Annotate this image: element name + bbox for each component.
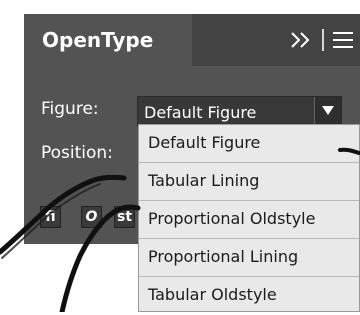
position-label: Position: xyxy=(41,143,113,163)
collapse-icon[interactable] xyxy=(288,30,314,50)
panel-menu-icon[interactable] xyxy=(332,31,354,49)
figure-dropdown-list: Default Figure Tabular Lining Proportion… xyxy=(138,124,360,312)
triangle-down-icon xyxy=(322,106,334,115)
tab-opentype[interactable]: OpenType xyxy=(24,14,192,66)
ordinal-button[interactable]: O xyxy=(81,206,102,228)
panel-controls xyxy=(288,27,354,53)
dropdown-arrow-button[interactable] xyxy=(314,97,341,125)
figure-select-value: Default Figure xyxy=(144,103,257,122)
dropdown-option-tabular-oldstyle[interactable]: Tabular Oldstyle xyxy=(139,277,359,315)
figure-select[interactable]: Default Figure xyxy=(137,96,342,126)
figure-label: Figure: xyxy=(41,99,99,119)
dropdown-option-proportional-lining[interactable]: Proportional Lining xyxy=(139,239,359,277)
dropdown-option-tabular-lining[interactable]: Tabular Lining xyxy=(139,163,359,201)
divider xyxy=(322,29,324,51)
dropdown-option-default-figure[interactable]: Default Figure xyxy=(139,125,359,163)
panel-tab-bar: OpenType xyxy=(24,14,360,66)
dropdown-option-proportional-oldstyle[interactable]: Proportional Oldstyle xyxy=(139,201,359,239)
discretionary-ligature-button[interactable]: st xyxy=(114,206,135,228)
ligature-button[interactable]: fi xyxy=(40,206,61,228)
